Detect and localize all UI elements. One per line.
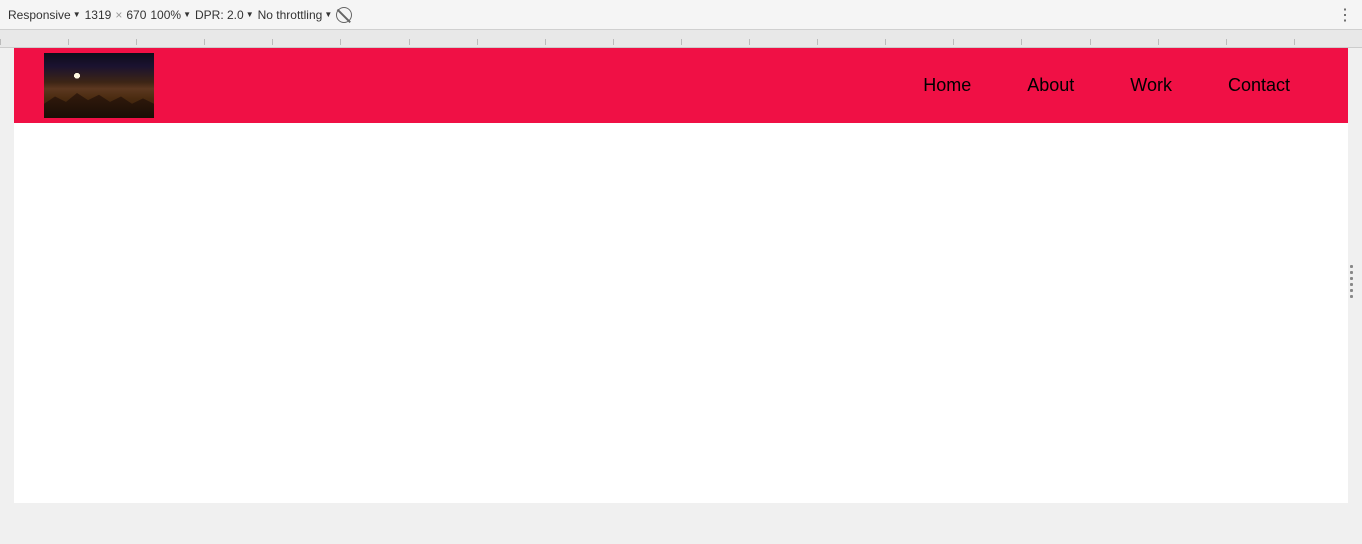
ruler-tick [1021, 39, 1089, 45]
nav-about[interactable]: About [999, 75, 1102, 96]
nav-work[interactable]: Work [1102, 75, 1200, 96]
resize-handle[interactable] [1346, 261, 1356, 301]
resize-line [1350, 283, 1353, 286]
ruler-tick [545, 39, 613, 45]
site-logo [44, 53, 154, 118]
ruler-tick [681, 39, 749, 45]
nav-home[interactable]: Home [895, 75, 999, 96]
browser-content: Home About Work Contact [14, 48, 1348, 503]
ruler-tick [749, 39, 817, 45]
ruler-tick [477, 39, 545, 45]
ruler-tick [0, 39, 68, 45]
ruler-tick [1226, 39, 1294, 45]
devtools-left-controls: Responsive 1319 × 670 100% DPR: 2.0 No t… [8, 7, 352, 23]
responsive-dropdown[interactable]: Responsive [8, 8, 81, 22]
resize-line [1350, 295, 1353, 298]
ruler-tick [817, 39, 885, 45]
ruler-tick [885, 39, 953, 45]
ruler-tick [272, 39, 340, 45]
site-main [14, 123, 1348, 503]
ruler-tick [953, 39, 1021, 45]
ruler-tick [1090, 39, 1158, 45]
ruler-tick [340, 39, 408, 45]
resize-line [1350, 289, 1353, 292]
site-header: Home About Work Contact [14, 48, 1348, 123]
dimension-separator: × [115, 8, 122, 22]
ruler-tick [613, 39, 681, 45]
ruler-bar [0, 30, 1362, 48]
devtools-right-controls: ⋮ [1337, 5, 1354, 25]
resize-line [1350, 265, 1353, 268]
ruler-tick [1158, 39, 1226, 45]
ruler-tick [136, 39, 204, 45]
resize-line [1350, 271, 1353, 274]
devtools-toolbar: Responsive 1319 × 670 100% DPR: 2.0 No t… [0, 0, 1362, 30]
ruler-tick [68, 39, 136, 45]
ruler-tick [204, 39, 272, 45]
ruler-tick [409, 39, 477, 45]
ruler-tick [1294, 39, 1362, 45]
dpr-dropdown[interactable]: DPR: 2.0 [195, 8, 254, 22]
more-options-button[interactable]: ⋮ [1337, 5, 1354, 25]
zoom-dropdown[interactable]: 100% [150, 8, 191, 22]
site-navigation: Home About Work Contact [895, 75, 1318, 96]
logo-image [44, 53, 154, 118]
resize-line [1350, 277, 1353, 280]
resize-handle-lines [1350, 265, 1353, 298]
no-throttle-icon [336, 7, 352, 23]
throttle-dropdown[interactable]: No throttling [258, 8, 333, 22]
viewport-height: 670 [126, 8, 146, 22]
nav-contact[interactable]: Contact [1200, 75, 1318, 96]
viewport-width: 1319 [85, 8, 112, 22]
